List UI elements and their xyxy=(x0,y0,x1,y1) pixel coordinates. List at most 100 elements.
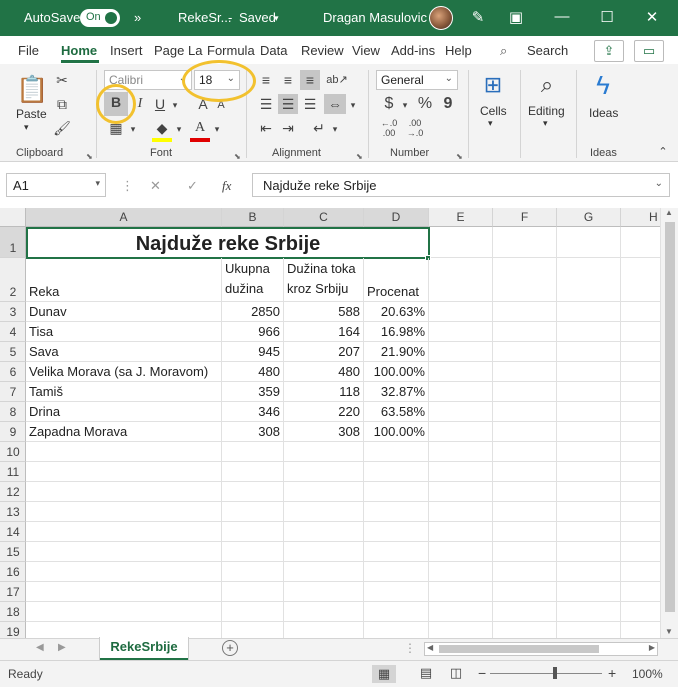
paste-label[interactable]: Paste xyxy=(16,107,47,121)
copy-icon[interactable]: ⧉ xyxy=(52,94,72,114)
cell-procenat[interactable]: 20.63% xyxy=(364,302,429,322)
row-header[interactable]: 17 xyxy=(0,582,26,602)
filename[interactable]: RekeSr... xyxy=(178,10,231,25)
row-header[interactable]: 3 xyxy=(0,302,26,322)
normal-view-icon[interactable]: ▦ xyxy=(372,665,396,683)
tab-file[interactable]: File xyxy=(18,43,39,58)
tab-page-layout[interactable]: Page La xyxy=(154,43,202,58)
page-break-view-icon[interactable]: ◫ xyxy=(444,665,468,681)
align-top-icon[interactable]: ≡ xyxy=(256,70,276,90)
cells-chevron-icon[interactable]: ▾ xyxy=(488,118,493,129)
merge-center-icon[interactable]: ⇔ xyxy=(324,94,346,114)
row-header[interactable]: 2 xyxy=(0,258,26,302)
zoom-in-button[interactable]: + xyxy=(608,665,616,681)
column-header-a[interactable]: A xyxy=(26,208,222,227)
clipboard-launcher-icon[interactable]: ⬊ xyxy=(86,152,93,161)
scroll-up-icon[interactable]: ▲ xyxy=(665,208,673,217)
row-header[interactable]: 9 xyxy=(0,422,26,442)
editing-chevron-icon[interactable]: ▾ xyxy=(543,118,548,129)
orientation-icon[interactable]: ab↗ xyxy=(326,70,348,90)
scroll-right-icon[interactable]: ▶ xyxy=(649,643,655,652)
share-button[interactable]: ⇪ xyxy=(594,40,624,62)
row-header[interactable]: 14 xyxy=(0,522,26,542)
cell-procenat[interactable]: 100.00% xyxy=(364,362,429,382)
title-cell[interactable]: Najduže reke Srbije xyxy=(26,227,430,259)
page-layout-view-icon[interactable]: ▤ xyxy=(414,665,438,681)
cell-reka[interactable]: Zapadna Morava xyxy=(26,422,222,442)
save-status[interactable]: Saved xyxy=(239,10,276,25)
horizontal-scroll-thumb[interactable] xyxy=(439,645,599,653)
close-icon[interactable]: ✕ xyxy=(642,8,662,26)
formula-input[interactable]: Najduže reke Srbije ⌄ xyxy=(252,173,670,197)
paste-chevron-icon[interactable]: ▾ xyxy=(24,122,29,133)
alignment-launcher-icon[interactable]: ⬊ xyxy=(356,152,363,161)
header-cell-reka[interactable]: Reka xyxy=(26,258,222,302)
header-cell-ukupna-duzina[interactable]: Ukupna dužina xyxy=(222,258,284,302)
comma-button[interactable]: 9 xyxy=(440,94,456,114)
cell-procenat[interactable]: 63.58% xyxy=(364,402,429,422)
row-header[interactable]: 6 xyxy=(0,362,26,382)
column-header-f[interactable]: F xyxy=(493,208,557,227)
decrease-decimal-button[interactable]: .00 →.0 xyxy=(404,118,426,138)
cell-ukupna-duzina[interactable]: 945 xyxy=(222,342,284,362)
zoom-slider-thumb[interactable] xyxy=(553,667,557,679)
search-label[interactable]: Search xyxy=(527,43,568,58)
ideas-lightning-icon[interactable]: ϟ xyxy=(588,70,618,100)
font-color-icon[interactable]: A xyxy=(190,118,210,142)
decrease-indent-icon[interactable]: ⇤ xyxy=(256,118,276,138)
row-header[interactable]: 5 xyxy=(0,342,26,362)
currency-button[interactable]: $ xyxy=(380,94,398,114)
increase-indent-icon[interactable]: ⇥ xyxy=(278,118,298,138)
align-middle-icon[interactable]: ≡ xyxy=(278,70,298,90)
align-right-icon[interactable]: ☰ xyxy=(300,94,320,114)
name-box-chevron-icon[interactable]: ▾ xyxy=(95,178,100,189)
user-name[interactable]: Dragan Masulovic xyxy=(323,10,427,25)
pen-icon[interactable]: ✎ xyxy=(468,8,488,26)
fill-color-icon[interactable]: ◆ xyxy=(152,118,172,142)
cell-ukupna-duzina[interactable]: 346 xyxy=(222,402,284,422)
row-header[interactable]: 11 xyxy=(0,462,26,482)
cell-ukupna-duzina[interactable]: 359 xyxy=(222,382,284,402)
maximize-icon[interactable]: ☐ xyxy=(597,8,617,26)
enter-icon[interactable]: ✓ xyxy=(187,178,198,194)
column-header-b[interactable]: B xyxy=(222,208,284,227)
align-left-icon[interactable]: ☰ xyxy=(256,94,276,114)
borders-chevron-icon[interactable]: ▾ xyxy=(128,119,138,139)
cell-procenat[interactable]: 21.90% xyxy=(364,342,429,362)
cell-reka[interactable]: Dunav xyxy=(26,302,222,322)
ideas-label[interactable]: Ideas xyxy=(589,106,618,120)
cancel-icon[interactable]: ✕ xyxy=(150,178,161,194)
cells-label[interactable]: Cells xyxy=(480,104,507,118)
column-header-c[interactable]: C xyxy=(284,208,364,227)
cells-icon[interactable]: ⊞ xyxy=(478,70,508,100)
cell-duzina-toka[interactable]: 164 xyxy=(284,322,364,342)
underline-chevron-icon[interactable]: ▾ xyxy=(170,95,180,115)
cell-ukupna-duzina[interactable]: 2850 xyxy=(222,302,284,322)
row-header[interactable]: 1 xyxy=(0,227,26,258)
wrap-chevron-icon[interactable]: ▾ xyxy=(330,119,340,139)
add-sheet-icon[interactable]: + xyxy=(222,640,238,656)
header-cell-procenat[interactable]: Procenat xyxy=(364,258,429,302)
next-sheet-icon[interactable]: ▶ xyxy=(58,642,66,653)
currency-chevron-icon[interactable]: ▾ xyxy=(400,95,410,115)
align-center-icon[interactable]: ☰ xyxy=(278,94,298,114)
fill-color-chevron-icon[interactable]: ▾ xyxy=(174,119,184,139)
quick-access-more-icon[interactable]: » xyxy=(134,10,141,25)
vertical-scrollbar[interactable]: ▲ ▼ xyxy=(660,208,678,638)
cell-reka[interactable]: Velika Morava (sa J. Moravom) xyxy=(26,362,222,382)
row-header[interactable]: 12 xyxy=(0,482,26,502)
select-all-corner[interactable] xyxy=(0,208,26,227)
cut-icon[interactable]: ✂ xyxy=(52,70,72,90)
scroll-left-icon[interactable]: ◀ xyxy=(427,643,433,652)
tab-formulas[interactable]: Formula xyxy=(207,43,255,58)
user-avatar[interactable] xyxy=(429,6,453,30)
cell-reka[interactable]: Tisa xyxy=(26,322,222,342)
column-header-g[interactable]: G xyxy=(557,208,621,227)
cell-duzina-toka[interactable]: 207 xyxy=(284,342,364,362)
name-box[interactable]: A1 ▾ xyxy=(6,173,106,197)
minimize-icon[interactable]: — xyxy=(552,8,572,25)
cell-reka[interactable]: Drina xyxy=(26,402,222,422)
editing-search-icon[interactable]: ⌕ xyxy=(532,70,562,100)
cell-duzina-toka[interactable]: 480 xyxy=(284,362,364,382)
tab-view[interactable]: View xyxy=(352,43,380,58)
